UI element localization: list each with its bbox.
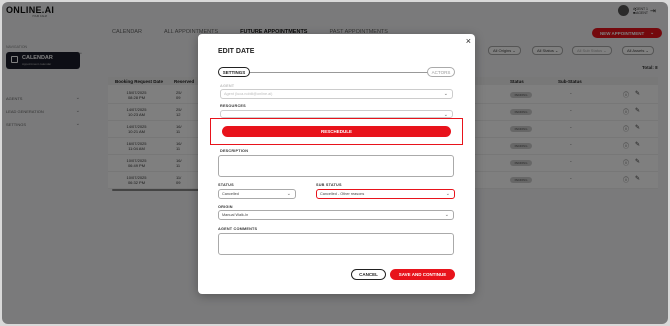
agent-label: AGENT [220,84,235,88]
status-select[interactable]: Cancelled ⌄ [218,189,296,199]
sub-status-select[interactable]: Cancelled - Other reasons ⌄ [316,189,455,199]
step-settings[interactable]: SETTINGS [218,67,250,77]
agent-field[interactable]: Agent (luca.nobili@online.ai) ⌄ [220,89,453,99]
origin-label: ORIGIN [218,205,233,209]
agent-comments-label: AGENT COMMENTS [218,227,258,231]
modal-title: EDIT DATE [218,48,255,55]
chevron-down-icon: ⌄ [286,191,291,197]
close-icon[interactable]: × [466,36,471,46]
agent-comments-input[interactable] [218,233,454,255]
chevron-down-icon: ⌄ [443,91,448,97]
resources-field[interactable]: ⌄ [220,110,453,118]
save-and-continue-button[interactable]: SAVE AND CONTINUE [390,269,455,280]
resources-label: RESOURCES [220,104,246,108]
reschedule-button[interactable]: RESCHEDULE [222,126,451,137]
sub-status-label: SUB STATUS [316,183,342,187]
cancel-button[interactable]: CANCEL [351,269,386,280]
description-label: DESCRIPTION [220,149,249,153]
description-input[interactable] [218,155,454,177]
stepper-line [248,72,428,73]
origin-select[interactable]: Manual Walk-In ⌄ [218,210,454,220]
step-actors[interactable]: ACTORS [427,67,455,77]
status-label: STATUS [218,183,234,187]
chevron-down-icon: ⌄ [444,212,449,218]
chevron-down-icon: ⌄ [445,191,450,197]
